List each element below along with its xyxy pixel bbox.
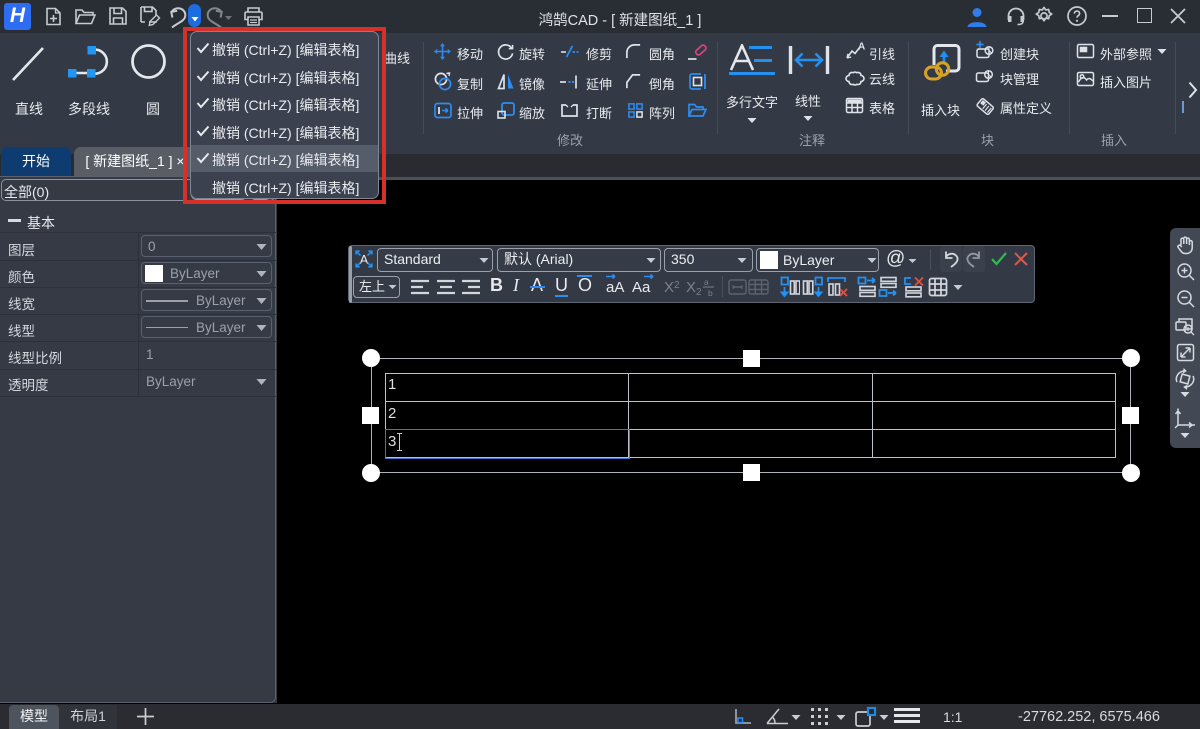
svg-text:A: A — [360, 252, 369, 267]
svg-text:b: b — [708, 288, 713, 297]
svg-text:A: A — [858, 42, 865, 53]
svg-text:a: a — [704, 277, 709, 287]
